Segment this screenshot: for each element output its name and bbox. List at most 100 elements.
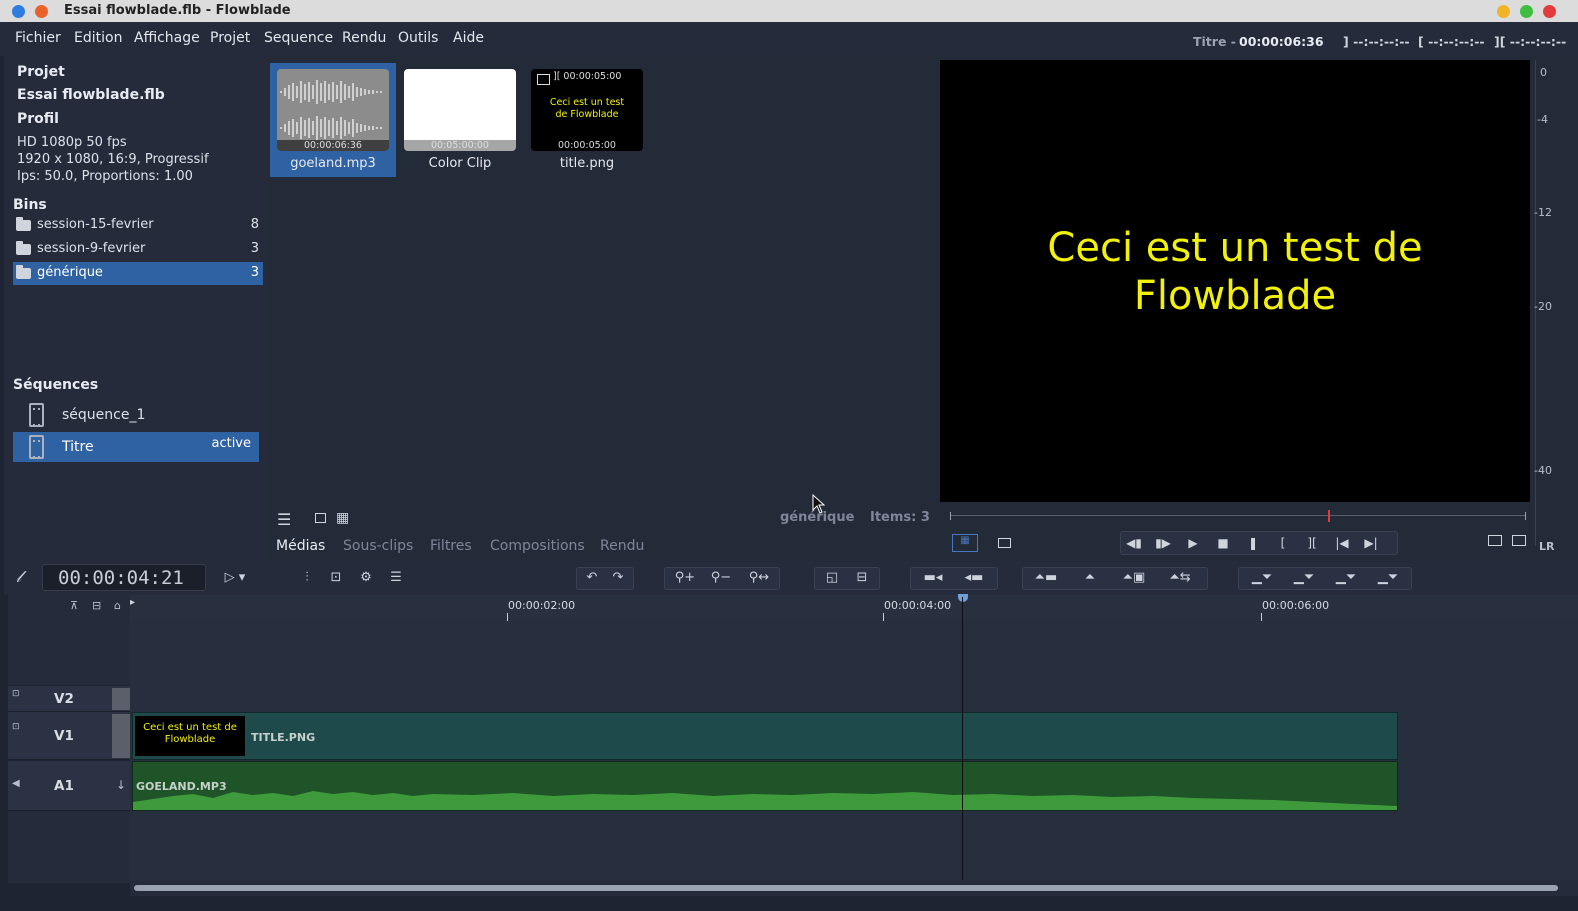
menu-aide[interactable]: Aide xyxy=(453,30,484,46)
waveform-icon xyxy=(280,80,382,140)
pointer-tool-icon[interactable]: ▷ ▾ xyxy=(220,567,250,589)
ruler-label: 00:00:06:00 xyxy=(1262,599,1330,612)
lock-icon[interactable]: ⌂ xyxy=(114,599,121,612)
sync-3-icon[interactable]: ▁⏷ xyxy=(1326,567,1366,589)
video-preview[interactable]: Ceci est un test de Flowblade xyxy=(940,60,1530,502)
clear-marks-icon[interactable]: ][ xyxy=(1299,532,1325,554)
profile-heading: Profil xyxy=(17,111,59,127)
insert-icon[interactable]: ⏶▬ xyxy=(1026,567,1066,589)
project-panel: Projet Essai flowblade.flb Profil HD 108… xyxy=(4,56,266,561)
track-mute-icon[interactable]: ⊡ xyxy=(12,689,20,699)
maximize-button[interactable] xyxy=(1520,5,1533,18)
stop-icon[interactable]: ■ xyxy=(1210,532,1236,554)
tab-medias[interactable]: Médias xyxy=(276,538,325,554)
clip-goeland-mp3[interactable]: GOELAND.MP3 xyxy=(132,761,1398,811)
list-tool-icon[interactable]: ☰ xyxy=(386,567,406,589)
timeline-view-icon[interactable]: ▦ xyxy=(952,534,978,552)
track-lock-area[interactable] xyxy=(112,688,130,710)
down-arrow-icon[interactable]: ↓ xyxy=(116,778,126,792)
media-item-color-clip[interactable]: 00:05:00:00 Color Clip xyxy=(397,63,523,177)
title-preview-text: Ceci est un test de Flowblade xyxy=(549,97,625,120)
redo-icon[interactable]: ↷ xyxy=(606,567,630,589)
sequence-item[interactable]: séquence_1 xyxy=(13,400,259,430)
clip-label: GOELAND.MP3 xyxy=(136,780,227,793)
compact-tracks-icon[interactable]: ⊟ xyxy=(92,599,101,612)
items-count: Items: 3 xyxy=(870,510,930,525)
zoom-fit-icon[interactable]: ◱ xyxy=(818,567,846,589)
step-back-icon[interactable]: ▮▶ xyxy=(1150,532,1176,554)
lift-icon[interactable]: ▬◂ xyxy=(914,567,952,589)
lr-label: LR xyxy=(1539,540,1555,553)
clip-duration: 00:00:06:36 xyxy=(277,140,389,151)
play-icon[interactable]: ▶ xyxy=(1180,532,1206,554)
clip-title-png[interactable]: Ceci est un test de Flowblade TITLE.PNG xyxy=(132,712,1398,760)
clip-duration-top: ][ 00:00:05:00 xyxy=(553,71,622,82)
menu-edition[interactable]: Edition xyxy=(74,30,122,46)
speaker-icon[interactable]: ◀ xyxy=(12,778,20,789)
tab-filtres[interactable]: Filtres xyxy=(430,538,472,554)
audio-waveform xyxy=(133,791,1397,810)
menu-outils[interactable]: Outils xyxy=(398,30,438,46)
tab-sous-clips[interactable]: Sous-clips xyxy=(343,538,413,554)
menu-sequence[interactable]: Sequence xyxy=(264,30,333,46)
sequences-heading: Séquences xyxy=(13,377,99,393)
media-item-name: Color Clip xyxy=(428,156,492,171)
zoom-range-icon[interactable]: ⊟ xyxy=(848,567,876,589)
window-title: Essai flowblade.flb - Flowblade xyxy=(64,3,291,18)
edit-tool-icon[interactable]: 𝓁 xyxy=(16,567,21,587)
window-menu-icon[interactable] xyxy=(12,5,25,18)
overwrite-range-icon[interactable]: ⏶⇆ xyxy=(1158,567,1202,589)
tab-compositions[interactable]: Compositions xyxy=(490,538,585,554)
timecode-display[interactable]: 00:00:04:21 xyxy=(42,564,206,591)
bin-item-selected[interactable]: générique 3 xyxy=(13,262,263,285)
layout-icon[interactable] xyxy=(1488,535,1502,546)
timeline-start-marker-icon[interactable]: ▸ xyxy=(130,597,135,608)
mark-out-time: ] --:--:--:-- xyxy=(1343,34,1410,49)
timeline-toolbar: 𝓁 00:00:04:21 ▷ ▾ ⫶ ⊡ ⚙ ☰ ↶ ↷ ⚲+ ⚲− ⚲↔ ◱… xyxy=(4,561,1578,595)
add-marker-icon[interactable]: ⚲+ xyxy=(668,567,702,589)
go-to-start-icon[interactable]: |◀ xyxy=(1329,532,1355,554)
go-to-end-icon[interactable]: ▶| xyxy=(1358,532,1384,554)
sync-2-icon[interactable]: ▁⏷ xyxy=(1284,567,1324,589)
mark-in-icon[interactable]: [ xyxy=(1270,532,1296,554)
timeline-ruler[interactable]: 00:00:02:00 00:00:04:00 00:00:06:00 ▸ xyxy=(130,594,1578,621)
mixer-icon[interactable]: ⫶ xyxy=(297,567,317,589)
close-button[interactable] xyxy=(1543,5,1556,18)
sync-4-icon[interactable]: ▁⏷ xyxy=(1368,567,1408,589)
media-item-goeland[interactable]: 00:00:06:36 goeland.mp3 xyxy=(270,63,396,177)
menu-projet[interactable]: Projet xyxy=(210,30,250,46)
ruler-tick xyxy=(883,613,884,621)
step-forward-icon[interactable]: ❚ xyxy=(1240,532,1266,554)
sync-1-icon[interactable]: ▁⏷ xyxy=(1242,567,1282,589)
horizontal-scrollbar[interactable] xyxy=(134,885,1558,891)
track-lock-area[interactable] xyxy=(112,714,130,758)
window-app-icon[interactable] xyxy=(35,5,48,18)
rewind-icon[interactable]: ◀▮ xyxy=(1121,532,1147,554)
tab-rendu[interactable]: Rendu xyxy=(600,538,644,554)
media-item-title-png[interactable]: ][ 00:00:05:00 Ceci est un test de Flowb… xyxy=(524,63,650,177)
undo-icon[interactable]: ↶ xyxy=(580,567,604,589)
hamburger-menu-icon[interactable]: ☰ xyxy=(277,510,291,529)
list-view-icon[interactable] xyxy=(315,513,326,523)
append-icon[interactable]: ⏶ xyxy=(1070,567,1110,589)
clip-view-icon[interactable] xyxy=(998,538,1011,548)
position-bar[interactable] xyxy=(950,510,1526,522)
title-tool-icon[interactable]: ⊡ xyxy=(326,567,346,589)
playhead-handle[interactable] xyxy=(958,594,968,602)
menu-rendu[interactable]: Rendu xyxy=(342,30,386,46)
minimize-button[interactable] xyxy=(1497,5,1510,18)
grid-view-icon[interactable]: ▦ xyxy=(336,510,349,526)
marker-range-icon[interactable]: ⚲↔ xyxy=(742,567,776,589)
remove-marker-icon[interactable]: ⚲− xyxy=(704,567,738,589)
overwrite-icon[interactable]: ⏶▣ xyxy=(1114,567,1154,589)
menu-affichage[interactable]: Affichage xyxy=(134,30,200,46)
fullscreen-icon[interactable] xyxy=(1512,535,1526,546)
track-mute-icon[interactable]: ⊡ xyxy=(12,722,20,732)
bin-item[interactable]: session-9-fevrier 3 xyxy=(13,238,263,261)
splice-out-icon[interactable]: ◂▬ xyxy=(954,567,994,589)
menu-fichier[interactable]: Fichier xyxy=(15,30,61,46)
sequence-item-active[interactable]: Titre active xyxy=(13,432,259,462)
expand-tracks-icon[interactable]: ⊼ xyxy=(70,599,78,612)
bin-item[interactable]: session-15-fevrier 8 xyxy=(13,214,263,237)
filter-tool-icon[interactable]: ⚙ xyxy=(356,567,376,589)
